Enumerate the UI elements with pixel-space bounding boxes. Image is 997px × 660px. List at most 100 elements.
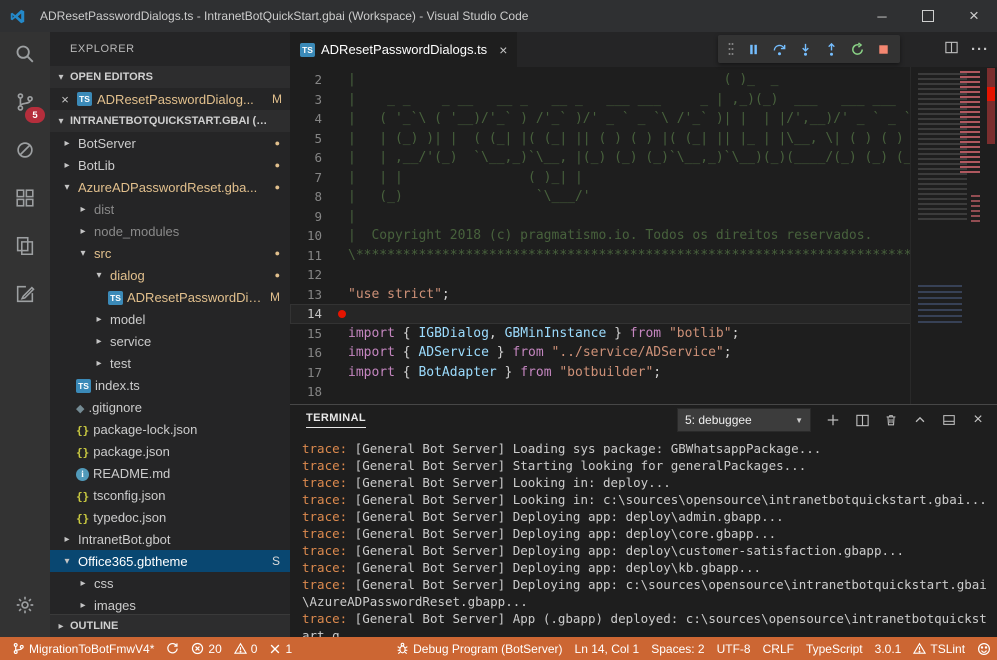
code-text: | | ,__/'(_) `\__,_)`\__, |(_) (_) (_)`\… xyxy=(336,148,958,168)
open-editor-item[interactable]: × TS ADResetPasswordDialog... M xyxy=(50,88,290,110)
activity-extensions[interactable] xyxy=(0,176,50,224)
maximize-panel-icon[interactable] xyxy=(911,411,929,429)
overview-mark xyxy=(987,68,995,144)
code-line-10[interactable]: 10| Copyright 2018 (c) pragmatismo.io. T… xyxy=(290,226,997,246)
tree-item-node-modules[interactable]: ▸node_modules xyxy=(50,220,290,242)
code-line-4[interactable]: 4| ( '_`\ ( '__)/'_` ) /'_` )/' _ ` _ `\… xyxy=(290,109,997,129)
tab-terminal[interactable]: TERMINAL xyxy=(306,412,366,428)
tree-item-src[interactable]: ▾src● xyxy=(50,242,290,264)
tree-item-adresetpassworddial[interactable]: TSADResetPasswordDial...M xyxy=(50,286,290,308)
tree-item-service[interactable]: ▸service xyxy=(50,330,290,352)
close-panel-icon[interactable]: × xyxy=(969,411,987,429)
drag-handle-icon[interactable] xyxy=(727,41,735,57)
tree-item-botlib[interactable]: ▸BotLib● xyxy=(50,154,290,176)
tree-item-gitignore[interactable]: ◆.gitignore xyxy=(50,396,290,418)
tree-item-dialog[interactable]: ▾dialog● xyxy=(50,264,290,286)
activity-search[interactable] xyxy=(0,32,50,80)
maximize-button[interactable] xyxy=(905,0,951,32)
activity-settings[interactable] xyxy=(0,583,50,631)
more-actions-icon[interactable]: ··· xyxy=(971,41,989,59)
stop-button[interactable] xyxy=(876,42,891,57)
close-icon[interactable]: × xyxy=(58,92,72,107)
status-feedback[interactable] xyxy=(971,637,997,660)
tree-item-tsconfig-json[interactable]: {}tsconfig.json xyxy=(50,484,290,506)
activity-explorer[interactable] xyxy=(0,224,50,272)
code-line-7[interactable]: 7| | | ( )_| | | xyxy=(290,168,997,188)
restart-button[interactable] xyxy=(850,42,865,57)
tree-item-model[interactable]: ▸model xyxy=(50,308,290,330)
code-line-5[interactable]: 5| | (_) )| | ( (_| |( (_| || ( ) ( ) |(… xyxy=(290,129,997,149)
code-line-14[interactable]: 14 xyxy=(290,304,997,324)
tree-item-label: images xyxy=(94,598,136,613)
terminal-selector[interactable]: 5: debuggee ▼ xyxy=(677,408,811,432)
close-window-button[interactable]: × xyxy=(951,0,997,32)
workspace-header[interactable]: ▾ INTRANETBOTQUICKSTART.GBAI (WO... xyxy=(50,110,290,132)
split-editor-icon[interactable] xyxy=(944,40,959,60)
pause-button[interactable] xyxy=(746,42,761,57)
code-line-2[interactable]: 2| ( )_ _ | xyxy=(290,70,997,90)
tree-item-azureadpasswordreset-gba[interactable]: ▾AzureADPasswordReset.gba...● xyxy=(50,176,290,198)
tree-item-images[interactable]: ▸images xyxy=(50,594,290,615)
tree-item-typedoc-json[interactable]: {}typedoc.json xyxy=(50,506,290,528)
step-into-button[interactable] xyxy=(798,42,813,57)
open-editors-header[interactable]: ▾ OPEN EDITORS xyxy=(50,66,290,88)
ts-file-icon: TS xyxy=(108,289,123,305)
activity-edit[interactable] xyxy=(0,272,50,320)
activity-source-control[interactable]: 5 xyxy=(0,80,50,128)
code-line-11[interactable]: 11\*************************************… xyxy=(290,246,997,266)
tree-item-css[interactable]: ▸css xyxy=(50,572,290,594)
code-line-9[interactable]: 9| | xyxy=(290,207,997,227)
status-errors[interactable]: 20 xyxy=(185,637,227,660)
code-line-12[interactable]: 12 xyxy=(290,265,997,285)
status-tasks[interactable]: 1 xyxy=(263,637,298,660)
status-indentation[interactable]: Spaces: 2 xyxy=(645,637,710,660)
split-terminal-icon[interactable] xyxy=(853,411,871,429)
tree-item-package-json[interactable]: {}package.json xyxy=(50,440,290,462)
status-text: 0 xyxy=(251,642,258,656)
code-line-15[interactable]: 15import { IGBDialog, GBMinInstance } fr… xyxy=(290,324,997,344)
code-line-6[interactable]: 6| | ,__/'(_) `\__,_)`\__, |(_) (_) (_)`… xyxy=(290,148,997,168)
status-tslint[interactable]: TSLint xyxy=(907,637,971,660)
status-warnings[interactable]: 0 xyxy=(228,637,264,660)
code-line-8[interactable]: 8| (_) `\___/' | xyxy=(290,187,997,207)
tree-item-label: BotLib xyxy=(78,158,115,173)
code-line-16[interactable]: 16import { ADService } from "../service/… xyxy=(290,343,997,363)
minimize-button[interactable]: ─ xyxy=(859,0,905,32)
step-over-button[interactable] xyxy=(772,42,787,57)
code-line-17[interactable]: 17import { BotAdapter } from "botbuilder… xyxy=(290,363,997,383)
code-line-13[interactable]: 13"use strict"; xyxy=(290,285,997,305)
tree-item-dist[interactable]: ▸dist xyxy=(50,198,290,220)
status-eol[interactable]: CRLF xyxy=(757,637,800,660)
tree-item-package-lock-json[interactable]: {}package-lock.json xyxy=(50,418,290,440)
tree-item-index-ts[interactable]: TSindex.ts xyxy=(50,374,290,396)
tree-item-intranetbot-gbot[interactable]: ▸IntranetBot.gbot xyxy=(50,528,290,550)
status-cursor-position[interactable]: Ln 14, Col 1 xyxy=(569,637,646,660)
code-editor[interactable]: 2| ( )_ _ |3| _ _ _ __ __ _ __ _ ___ ___… xyxy=(290,67,997,404)
new-terminal-icon[interactable] xyxy=(824,411,842,429)
outline-header[interactable]: ▸ OUTLINE xyxy=(50,614,290,637)
status-sync[interactable] xyxy=(160,637,185,660)
tab-adresetpassworddialogs-ts[interactable]: TS ADResetPasswordDialogs.ts × xyxy=(290,32,518,67)
status-debug-program[interactable]: Debug Program (BotServer) xyxy=(390,637,568,660)
chevron-down-icon: ▾ xyxy=(92,270,106,281)
minimap[interactable] xyxy=(910,67,983,404)
editor-actions: ··· xyxy=(944,32,989,67)
step-out-button[interactable] xyxy=(824,42,839,57)
code-line-18[interactable]: 18 xyxy=(290,382,997,402)
status-git-branch[interactable]: MigrationToBotFmwV4* xyxy=(6,637,160,660)
terminal-output[interactable]: trace: [General Bot Server] Loading sys … xyxy=(290,435,997,638)
close-tab-icon[interactable]: × xyxy=(499,42,507,58)
tree-item-office365-gbtheme[interactable]: ▾Office365.gbthemeS xyxy=(50,550,290,572)
activity-debug[interactable] xyxy=(0,128,50,176)
status-text: 3.0.1 xyxy=(875,642,902,656)
tree-item-readme-md[interactable]: iREADME.md xyxy=(50,462,290,484)
code-line-3[interactable]: 3| _ _ _ __ __ _ __ _ ___ ___ _ | ,_)(_)… xyxy=(290,90,997,110)
status-version[interactable]: 3.0.1 xyxy=(869,637,908,660)
tree-item-test[interactable]: ▸test xyxy=(50,352,290,374)
move-panel-icon[interactable] xyxy=(940,411,958,429)
kill-terminal-icon[interactable] xyxy=(882,411,900,429)
status-encoding[interactable]: UTF-8 xyxy=(711,637,757,660)
tree-item-botserver[interactable]: ▸BotServer● xyxy=(50,132,290,154)
status-text: TypeScript xyxy=(806,642,863,656)
status-language-mode[interactable]: TypeScript xyxy=(800,637,869,660)
